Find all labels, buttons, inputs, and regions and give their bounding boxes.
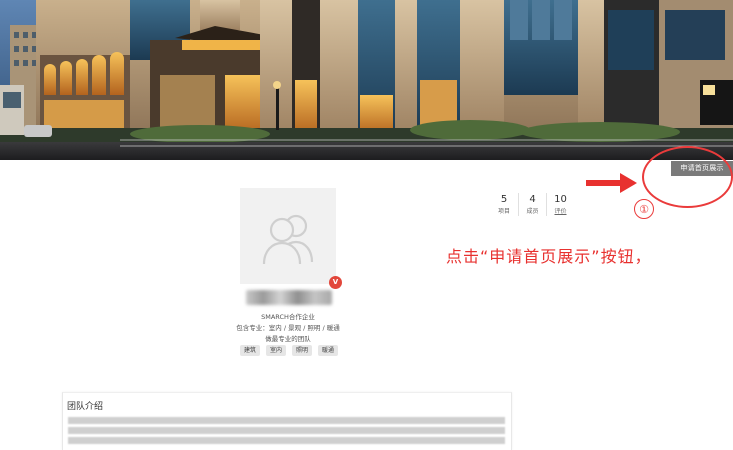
team-intro-title: 团队介绍 [67, 402, 104, 412]
tag-interior[interactable]: 室内 [266, 345, 287, 356]
team-name [246, 290, 332, 305]
arrow-right-icon [586, 173, 637, 193]
stat-reviews[interactable]: 10 评价 [546, 193, 574, 216]
team-type: SMARCH合作企业 [261, 313, 315, 321]
stat-value: 10 [554, 194, 567, 205]
default-team-avatar-icon [262, 214, 314, 264]
hotel-facade-image [0, 0, 733, 160]
tag-hvac[interactable]: 暖通 [318, 345, 339, 356]
team-specialty: 包含专业：室内 / 景观 / 照明 / 暖通 [236, 324, 340, 332]
avatar [240, 188, 336, 284]
stat-label: 项目 [497, 208, 510, 215]
tag-list: 建筑 室内 照明 暖通 [240, 345, 339, 356]
team-stats: 5 项目 4 成员 10 评价 [490, 193, 574, 216]
blurred-text-line [68, 427, 505, 434]
stat-projects: 5 项目 [490, 193, 518, 216]
stat-members: 4 成员 [518, 193, 546, 216]
tag-lighting[interactable]: 照明 [292, 345, 313, 356]
tag-architecture[interactable]: 建筑 [240, 345, 261, 356]
stat-value: 5 [500, 194, 508, 205]
highlight-circle [642, 146, 733, 208]
blurred-text-line [68, 417, 505, 424]
instruction-text: 点击“申请首页展示”按钮， [446, 247, 652, 266]
step-number-badge: ① [634, 199, 654, 219]
stat-label: 成员 [526, 208, 539, 215]
stat-value: 4 [529, 194, 536, 205]
team-slogan: 做最专业的团队 [265, 335, 311, 343]
team-intro-card: 团队介绍 [62, 392, 512, 450]
blurred-text-line [68, 437, 505, 444]
team-cover-photo [0, 0, 733, 160]
verified-badge: V [329, 276, 342, 289]
reviews-link[interactable]: 评价 [547, 207, 574, 216]
